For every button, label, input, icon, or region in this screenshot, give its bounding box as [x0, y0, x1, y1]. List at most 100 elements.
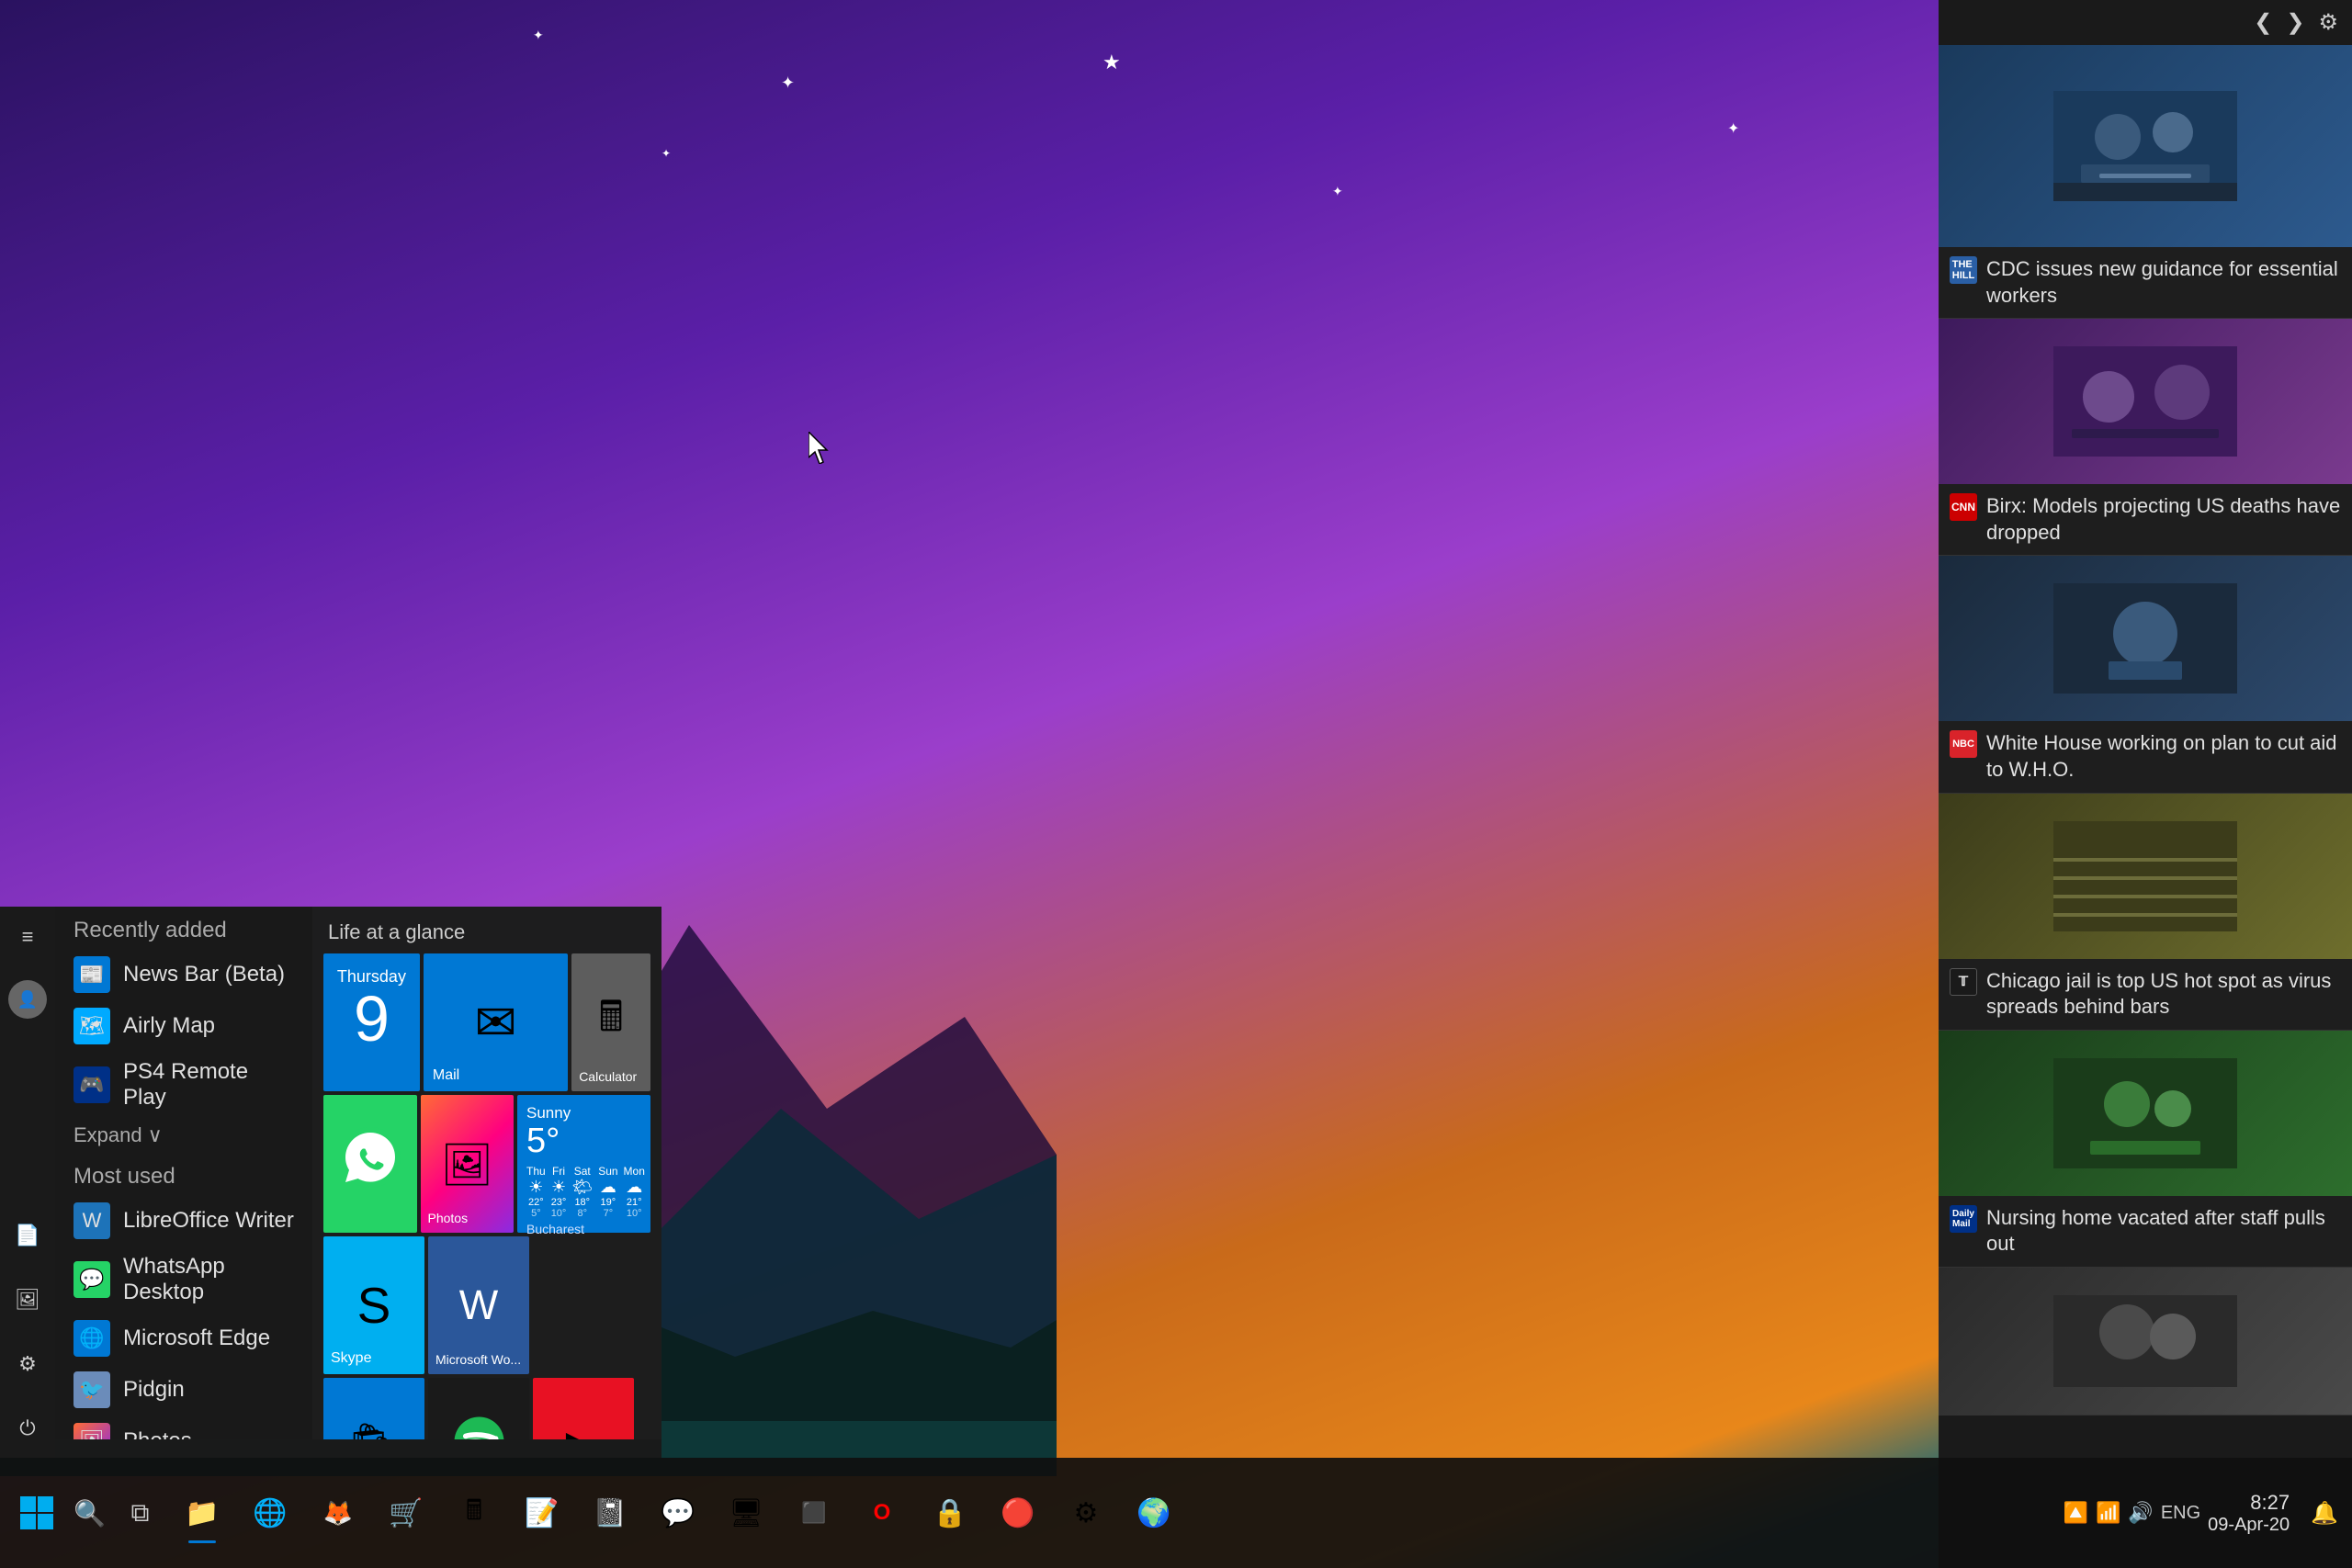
clock-area[interactable]: 8:27 09-Apr-20	[2208, 1491, 2299, 1536]
wf-sat: Sat 🌤 18° 8°	[571, 1165, 593, 1219]
sidebar-documents[interactable]: 📄	[7, 1214, 49, 1256]
task-view-button[interactable]: ⧉	[115, 1488, 165, 1539]
photos-label: Photos	[428, 1211, 469, 1225]
star-2: ✦	[533, 28, 544, 43]
tile-mail[interactable]: ✉ Mail	[424, 953, 568, 1091]
start-sidebar: ≡ 👤 📄 🖼 ⚙ ⏻	[0, 907, 55, 1458]
news-img-cdc	[1939, 45, 2352, 247]
app-photos[interactable]: 🖼 Photos	[55, 1416, 312, 1439]
tile-calculator[interactable]: 🖩 Calculator	[571, 953, 650, 1091]
sidebar-power[interactable]: ⏻	[7, 1407, 49, 1449]
network-icon[interactable]: 📶	[2096, 1501, 2120, 1525]
news-item-nursing-content: DailyMail Nursing home vacated after sta…	[1939, 1196, 2352, 1267]
wf-sun-day: Sun	[598, 1165, 617, 1178]
start-menu: ≡ 👤 📄 🖼 ⚙ ⏻ Recently added 📰 News Bar (B…	[0, 907, 662, 1458]
app-name-pidgin: Pidgin	[123, 1377, 185, 1403]
user-avatar[interactable]: 👤	[8, 980, 47, 1019]
news-item-white-house[interactable]: NBC White House working on plan to cut a…	[1939, 556, 2352, 793]
tile-word[interactable]: W Microsoft Wo...	[428, 1236, 529, 1374]
spotify-icon	[454, 1416, 504, 1440]
taskbar-app-edge[interactable]: 🌐	[238, 1481, 302, 1545]
star-7: ✦	[662, 147, 671, 160]
star-6: ✦	[1332, 184, 1343, 199]
movies-icon: ▶	[566, 1420, 601, 1439]
app-whatsapp[interactable]: 💬 WhatsApp Desktop	[55, 1247, 312, 1313]
weather-condition: Sunny	[526, 1104, 641, 1122]
news-item-chicago-content: 𝕋 Chicago jail is top US hot spot as vir…	[1939, 959, 2352, 1030]
wf-thu-lo: 5°	[531, 1208, 541, 1219]
news-item-birx[interactable]: CNN Birx: Models projecting US deaths ha…	[1939, 319, 2352, 556]
taskbar: 🔍 ⧉ 📁 🌐 🦊 🛒 🖩 📝 📓 💬 🖥 ⬛ O 🔒 🔴 ⚙ 🌍 🔼	[0, 1458, 2352, 1568]
volume-icon[interactable]: 🔊	[2128, 1501, 2153, 1525]
wf-sun: Sun ☁ 19° 7°	[598, 1165, 617, 1219]
app-icon-edge: 🌐	[74, 1320, 110, 1357]
news-item-birx-content: CNN Birx: Models projecting US deaths ha…	[1939, 484, 2352, 555]
sidebar-pictures[interactable]: 🖼	[7, 1279, 49, 1320]
news-img-nursing	[1939, 1031, 2352, 1196]
tile-skype[interactable]: S Skype	[323, 1236, 424, 1374]
taskbar-app-whatsapp-taskbar[interactable]: 💬	[646, 1481, 710, 1545]
app-name-airly-map: Airly Map	[123, 1013, 215, 1039]
tiles-row-2: 🖼 Photos Sunny 5° Thu ☀ 22° 5°	[323, 1095, 650, 1233]
taskbar-app-browser2[interactable]: 🔴	[986, 1481, 1050, 1545]
tile-weather[interactable]: Sunny 5° Thu ☀ 22° 5° Fri ☀ 23°	[517, 1095, 650, 1233]
taskbar-app-chrome[interactable]: ⚙	[1054, 1481, 1118, 1545]
language-indicator[interactable]: ENG	[2161, 1503, 2200, 1524]
tile-photos[interactable]: 🖼 Photos	[421, 1095, 514, 1233]
taskbar-app-tor[interactable]: 🌍	[1122, 1481, 1186, 1545]
app-name-ps4-remote: PS4 Remote Play	[123, 1059, 294, 1111]
wf-thu-day: Thu	[526, 1165, 546, 1178]
wf-fri-hi: 23°	[551, 1197, 567, 1208]
news-forward-button[interactable]: ❯	[2286, 9, 2304, 36]
taskbar-app-calc[interactable]: 🖩	[442, 1481, 506, 1545]
tile-store[interactable]: 🛍 Microsoft Store	[323, 1378, 424, 1439]
taskbar-app-notepad[interactable]: 📝	[510, 1481, 574, 1545]
app-pidgin[interactable]: 🐦 Pidgin	[55, 1364, 312, 1416]
search-button[interactable]: 🔍	[64, 1488, 115, 1539]
tile-whatsapp[interactable]	[323, 1095, 417, 1233]
news-item-nursing[interactable]: DailyMail Nursing home vacated after sta…	[1939, 1031, 2352, 1268]
show-hidden-icons-button[interactable]: 🔼	[2064, 1501, 2088, 1525]
tile-movies[interactable]: ▶ Movies & TV	[533, 1378, 634, 1439]
sidebar-hamburger[interactable]: ≡	[7, 916, 49, 957]
notification-button[interactable]: 🔔	[2306, 1495, 2343, 1531]
taskbar-app-firefox[interactable]: 🦊	[306, 1481, 370, 1545]
app-icon-news-bar: 📰	[74, 956, 110, 993]
search-icon: 🔍	[74, 1498, 106, 1529]
skype-icon: S	[357, 1276, 391, 1335]
news-back-button[interactable]: ❮	[2254, 9, 2272, 36]
news-item-bottom[interactable]	[1939, 1268, 2352, 1416]
app-libreoffice-writer[interactable]: W LibreOffice Writer	[55, 1195, 312, 1247]
news-item-cdc[interactable]: THEHILL CDC issues new guidance for esse…	[1939, 45, 2352, 319]
tile-spotify[interactable]: Spotify	[428, 1378, 529, 1439]
sidebar-settings[interactable]: ⚙	[7, 1343, 49, 1384]
taskbar-app-file-explorer[interactable]: 📁	[170, 1481, 234, 1545]
news-settings-button[interactable]: ⚙	[2318, 9, 2338, 36]
app-icon-airly-map: 🗺	[74, 1008, 110, 1044]
app-edge[interactable]: 🌐 Microsoft Edge	[55, 1313, 312, 1364]
wf-fri-icon: ☀	[551, 1178, 566, 1197]
notification-icon: 🔔	[2311, 1501, 2338, 1526]
clock-time: 8:27	[2208, 1491, 2290, 1515]
expand-button[interactable]: Expand ∨	[55, 1118, 312, 1153]
most-used-header: Most used	[55, 1153, 312, 1195]
app-list: Recently added 📰 News Bar (Beta) 🗺 Airly…	[55, 907, 312, 1439]
app-airly-map[interactable]: 🗺 Airly Map	[55, 1000, 312, 1052]
taskbar-app-terminal[interactable]: ⬛	[782, 1481, 846, 1545]
tile-calendar[interactable]: Thursday 9	[323, 953, 420, 1091]
taskbar-app-store[interactable]: 🛒	[374, 1481, 438, 1545]
news-img-birx	[1939, 319, 2352, 484]
news-item-chicago[interactable]: 𝕋 Chicago jail is top US hot spot as vir…	[1939, 794, 2352, 1031]
app-ps4-remote[interactable]: 🎮 PS4 Remote Play	[55, 1052, 312, 1118]
taskbar-app-onenote[interactable]: 📓	[578, 1481, 642, 1545]
taskbar-app-opera[interactable]: O	[850, 1481, 914, 1545]
news-img-white-house	[1939, 556, 2352, 721]
taskbar-app-vpn[interactable]: 🔒	[918, 1481, 982, 1545]
news-source-icon-nursing: DailyMail	[1950, 1205, 1977, 1233]
start-button[interactable]	[9, 1485, 64, 1540]
wf-fri-lo: 10°	[551, 1208, 567, 1219]
taskbar-apps: 📁 🌐 🦊 🛒 🖩 📝 📓 💬 🖥 ⬛ O 🔒 🔴 ⚙ 🌍	[170, 1481, 2064, 1545]
app-news-bar[interactable]: 📰 News Bar (Beta)	[55, 949, 312, 1000]
news-item-white-house-content: NBC White House working on plan to cut a…	[1939, 721, 2352, 792]
taskbar-app-remote[interactable]: 🖥	[714, 1481, 778, 1545]
